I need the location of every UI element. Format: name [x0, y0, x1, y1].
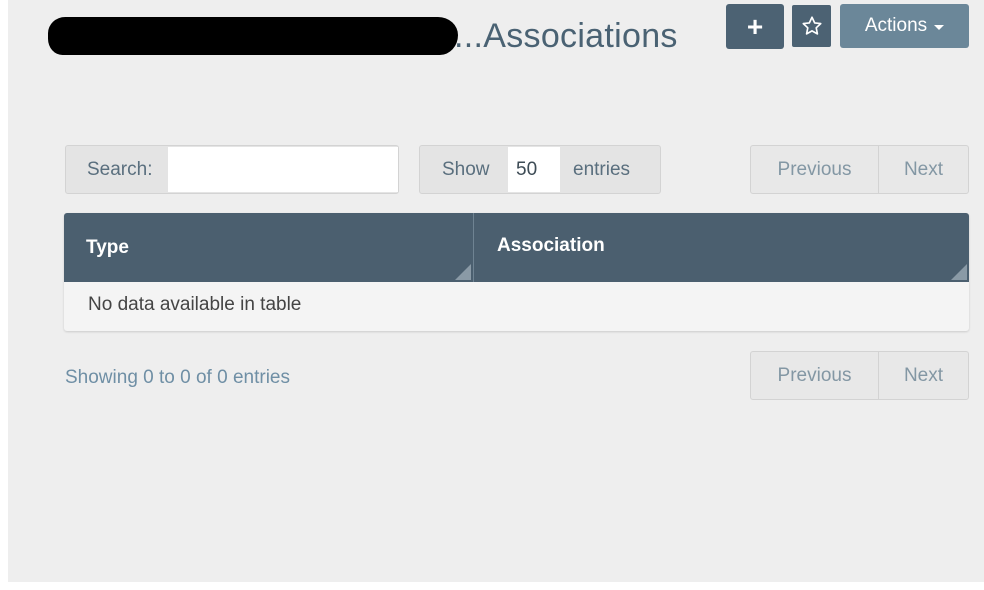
page-title: ...Associations [454, 16, 678, 55]
show-label: Show [442, 158, 490, 180]
star-icon [801, 16, 822, 35]
search-filter: Search: [65, 145, 399, 194]
next-page-button[interactable]: Next [879, 146, 968, 193]
favorite-button[interactable] [791, 4, 832, 48]
page-title-area: ...Associations [48, 12, 678, 60]
search-label: Search: [87, 158, 153, 180]
actions-label: Actions [864, 15, 928, 36]
plus-icon: + [746, 10, 764, 42]
table-info-text: Showing 0 to 0 of 0 entries [65, 367, 290, 388]
empty-table-message: No data available in table [88, 294, 302, 315]
pagination-bottom: Previous Next [750, 351, 969, 400]
column-header-association[interactable]: Association [474, 213, 969, 282]
table-header: Type Association [64, 213, 969, 282]
actions-dropdown-button[interactable]: Actions [840, 4, 969, 48]
entries-length-control: Show entries [419, 145, 661, 194]
previous-page-button[interactable]: Previous [751, 352, 879, 399]
previous-page-button[interactable]: Previous [751, 146, 879, 193]
pagination-top: Previous Next [750, 145, 969, 194]
column-label-type: Type [86, 237, 129, 258]
entries-label: entries [573, 158, 631, 180]
entries-length-input[interactable] [508, 147, 560, 192]
column-header-type[interactable]: Type [64, 213, 474, 282]
sort-indicator-icon [455, 264, 471, 280]
search-input[interactable] [168, 147, 398, 192]
column-label-association: Association [497, 235, 605, 256]
caret-down-icon [934, 25, 945, 30]
redacted-text-block [48, 17, 458, 55]
add-button[interactable]: + [726, 4, 784, 49]
associations-table: Type Association No data available in ta… [64, 213, 969, 331]
sort-indicator-icon [951, 264, 967, 280]
next-page-button[interactable]: Next [879, 352, 968, 399]
